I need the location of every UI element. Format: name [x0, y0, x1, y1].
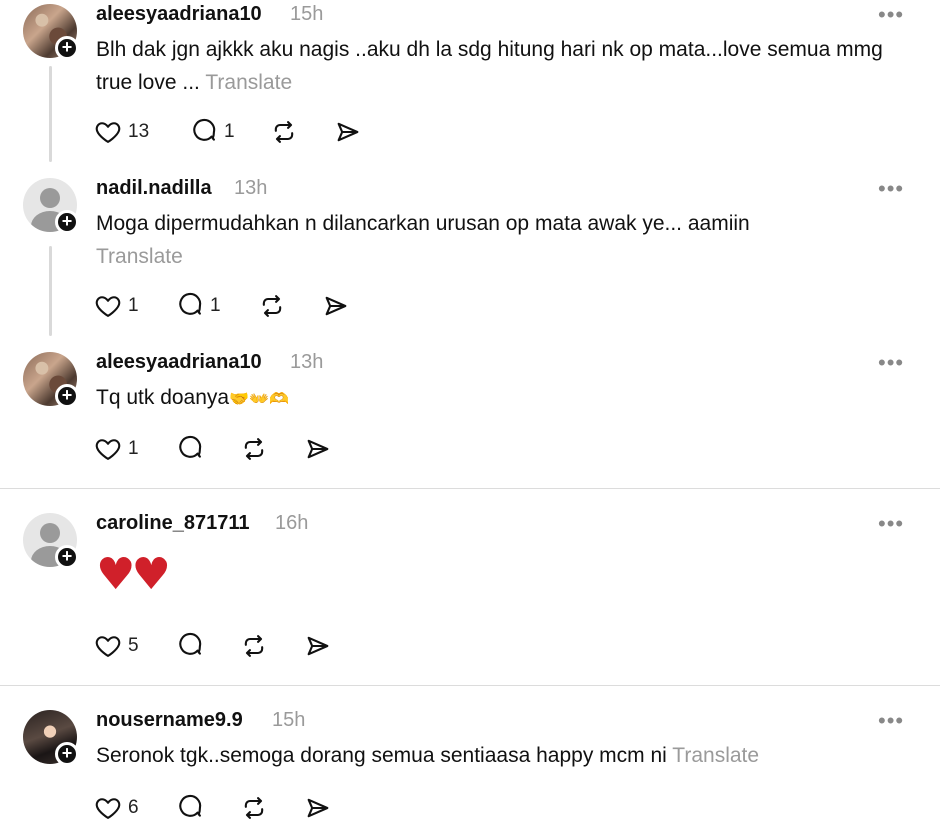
- divider: [0, 488, 940, 489]
- comment-icon: [179, 435, 202, 458]
- repost-icon: [244, 635, 264, 657]
- action-bar: 13 1: [94, 117, 394, 147]
- heart-icon: [95, 122, 121, 143]
- repost-button[interactable]: [258, 291, 286, 321]
- comment-text: Tq utk doanya🤝👐🫶: [96, 381, 916, 415]
- follow-plus-icon[interactable]: +: [55, 742, 79, 766]
- like-count: 1: [128, 438, 139, 459]
- comment-body: Tq utk doanya: [96, 386, 230, 409]
- heart-icon: [95, 798, 121, 819]
- heart-icon: [95, 296, 121, 317]
- reply-button[interactable]: [176, 434, 204, 464]
- follow-plus-icon[interactable]: +: [55, 545, 79, 569]
- avatar[interactable]: +: [23, 710, 79, 766]
- action-bar: 6: [94, 793, 394, 823]
- comment-body: Moga dipermudahkan n dilancarkan urusan …: [96, 212, 750, 235]
- like-count: 6: [128, 797, 139, 818]
- timestamp: 13h: [234, 177, 268, 199]
- send-icon: [337, 122, 359, 142]
- avatar[interactable]: +: [23, 513, 79, 569]
- comment-icon: [179, 794, 202, 817]
- thread-line: [49, 66, 52, 162]
- repost-icon: [274, 121, 294, 143]
- comment-text: Seronok tgk..semoga dorang semua sentiaa…: [96, 739, 916, 772]
- like-button[interactable]: 6: [94, 793, 139, 823]
- comment-text: Moga dipermudahkan n dilancarkan urusan …: [96, 207, 756, 273]
- repost-button[interactable]: [240, 434, 268, 464]
- translate-link[interactable]: Translate: [205, 71, 292, 94]
- like-button[interactable]: 1: [94, 434, 139, 464]
- action-bar: 1 1: [94, 291, 394, 321]
- reply-count: 1: [224, 121, 235, 142]
- translate-link[interactable]: Translate: [672, 744, 759, 767]
- repost-button[interactable]: [270, 117, 298, 147]
- repost-icon: [262, 295, 282, 317]
- comment-icon: [179, 632, 202, 655]
- more-options-icon[interactable]: •••: [878, 511, 904, 537]
- action-bar: 5: [94, 631, 394, 661]
- share-button[interactable]: [304, 631, 332, 661]
- heart-icon: [95, 439, 121, 460]
- username[interactable]: aleesyaadriana10: [96, 351, 262, 374]
- timestamp: 16h: [275, 512, 309, 534]
- username[interactable]: nadil.nadilla: [96, 177, 212, 200]
- timestamp: 15h: [272, 709, 306, 731]
- follow-plus-icon[interactable]: +: [55, 36, 79, 60]
- heart-icon: [95, 636, 121, 657]
- reply-button[interactable]: 1: [176, 291, 221, 321]
- more-options-icon[interactable]: •••: [878, 176, 904, 202]
- share-button[interactable]: [322, 291, 350, 321]
- more-options-icon[interactable]: •••: [878, 708, 904, 734]
- share-button[interactable]: [334, 117, 362, 147]
- like-button[interactable]: 5: [94, 631, 139, 661]
- heart-emoji: ♥♥: [96, 549, 171, 600]
- reply-button[interactable]: [176, 631, 204, 661]
- more-options-icon[interactable]: •••: [878, 2, 904, 28]
- send-icon: [307, 439, 329, 459]
- follow-plus-icon[interactable]: +: [55, 210, 79, 234]
- avatar[interactable]: +: [23, 352, 79, 408]
- action-bar: 1: [94, 434, 394, 464]
- repost-button[interactable]: [240, 631, 268, 661]
- thread-line: [49, 246, 52, 336]
- share-button[interactable]: [304, 793, 332, 823]
- comment-body: Seronok tgk..semoga dorang semua sentiaa…: [96, 744, 667, 767]
- send-icon: [307, 798, 329, 818]
- timestamp: 15h: [290, 3, 324, 25]
- like-button[interactable]: 1: [94, 291, 139, 321]
- divider: [0, 685, 940, 686]
- reply-button[interactable]: 1: [190, 117, 235, 147]
- like-count: 13: [128, 121, 150, 142]
- avatar[interactable]: +: [23, 178, 79, 234]
- repost-button[interactable]: [240, 793, 268, 823]
- repost-icon: [244, 438, 264, 460]
- send-icon: [307, 636, 329, 656]
- like-count: 5: [128, 635, 139, 656]
- share-button[interactable]: [304, 434, 332, 464]
- username[interactable]: nousername9.9: [96, 709, 243, 732]
- comment-text: Blh dak jgn ajkkk aku nagis ..aku dh la …: [96, 33, 916, 99]
- username[interactable]: aleesyaadriana10: [96, 3, 262, 26]
- translate-link[interactable]: Translate: [96, 245, 183, 268]
- like-button[interactable]: 13: [94, 117, 149, 147]
- reply-count: 1: [210, 295, 221, 316]
- emoji: 🤝👐🫶: [229, 389, 289, 408]
- avatar[interactable]: +: [23, 4, 79, 60]
- repost-icon: [244, 797, 264, 819]
- comment-icon: [193, 118, 216, 141]
- username[interactable]: caroline_871711: [96, 512, 249, 535]
- reply-button[interactable]: [176, 793, 204, 823]
- comment-icon: [179, 292, 202, 315]
- send-icon: [325, 296, 347, 316]
- timestamp: 13h: [290, 351, 324, 373]
- more-options-icon[interactable]: •••: [878, 350, 904, 376]
- follow-plus-icon[interactable]: +: [55, 384, 79, 408]
- like-count: 1: [128, 295, 139, 316]
